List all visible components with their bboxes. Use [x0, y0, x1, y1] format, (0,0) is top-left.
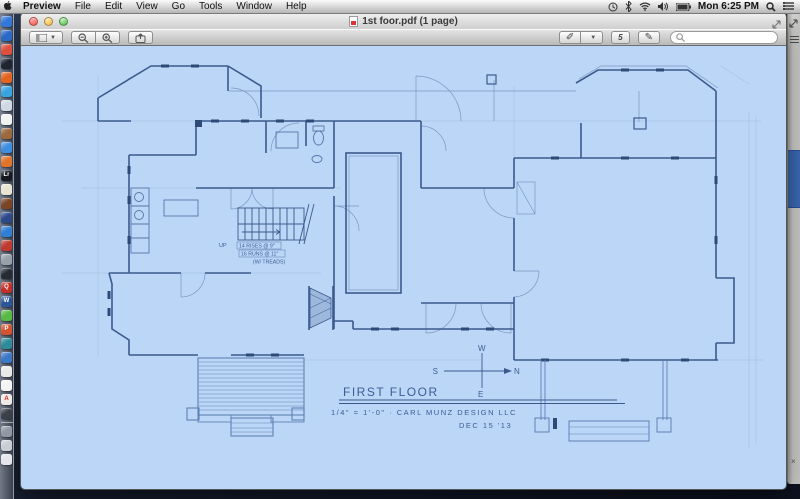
trash-dock-icon[interactable] — [1, 454, 12, 465]
share-button[interactable] — [128, 31, 153, 44]
garageband-dock-icon[interactable] — [1, 198, 12, 209]
menu-window[interactable]: Window — [229, 0, 279, 14]
floor-plan-drawing: S N W E UP 14 RISES @ 9" 16 RUNS @ 11" (… — [21, 46, 786, 489]
textedit-dock-icon[interactable] — [1, 366, 12, 377]
menu-edit[interactable]: Edit — [98, 0, 129, 14]
menu-clock[interactable]: Mon 6:25 PM — [698, 1, 759, 12]
spotlight-icon[interactable] — [766, 2, 776, 12]
staircase — [238, 204, 314, 244]
title-bar[interactable]: 1st foor.pdf (1 page) — [21, 13, 786, 29]
window-jamb-marks — [109, 66, 716, 360]
dock-separator — [1, 422, 13, 423]
red-utility-dock-icon[interactable] — [1, 240, 12, 251]
chrome-dock-icon[interactable] — [1, 44, 12, 55]
safari-dock-icon[interactable] — [1, 86, 12, 97]
imovie-dock-icon[interactable] — [1, 212, 12, 223]
volume-icon[interactable] — [658, 2, 669, 11]
folder-apps-dock-icon[interactable] — [1, 426, 12, 437]
dock: Lr QW P A — [0, 14, 14, 499]
folder-docs-dock-icon[interactable] — [1, 440, 12, 451]
finder-dock-icon[interactable] — [1, 16, 12, 27]
background-blue-block — [788, 150, 800, 208]
toolbar: ▼ ✐ ▼ 5 ✎ — [21, 29, 786, 46]
deck — [187, 358, 304, 436]
desktop-expand-icon — [789, 15, 798, 33]
powerpoint-dock-icon[interactable]: P — [1, 324, 12, 335]
battery-icon[interactable] — [676, 3, 691, 11]
svg-text:(W/ TREADS): (W/ TREADS) — [253, 260, 285, 266]
apple-menu-icon[interactable] — [0, 0, 16, 13]
window-title: 1st foor.pdf (1 page) — [21, 16, 786, 27]
menu-preview[interactable]: Preview — [16, 0, 68, 14]
view-menu-button[interactable]: ▼ — [29, 31, 63, 44]
pdf-doc-icon — [349, 16, 358, 27]
x-glyph: × — [791, 457, 796, 466]
menu-help[interactable]: Help — [279, 0, 314, 14]
quicktime-dock-icon[interactable]: Q — [1, 282, 12, 293]
contacts-dock-icon[interactable] — [1, 128, 12, 139]
word-dock-icon[interactable]: W — [1, 296, 12, 307]
firefox-dock-icon[interactable] — [1, 72, 12, 83]
plan-scale: 1/4" = 1'-0" · CARL MUNZ DESIGN LLC — [331, 408, 517, 417]
fireplace — [310, 288, 331, 328]
wifi-icon[interactable] — [639, 2, 651, 11]
menu-go[interactable]: Go — [165, 0, 192, 14]
svg-text:W: W — [478, 344, 486, 353]
lightroom-dock-icon[interactable]: Lr — [1, 170, 12, 181]
compass: S N W E — [433, 344, 520, 399]
svg-text:E: E — [478, 390, 483, 399]
background-window-edge[interactable]: × — [787, 14, 800, 484]
clock-status-icon[interactable] — [608, 2, 618, 12]
bluetooth-icon[interactable] — [625, 1, 632, 12]
plan-title: FIRST FLOOR — [343, 385, 439, 399]
svg-text:N: N — [514, 367, 520, 376]
fullscreen-button[interactable] — [772, 16, 781, 34]
iphoto-dock-icon[interactable] — [1, 184, 12, 195]
menu-bar: PreviewFileEditViewGoToolsWindowHelp Mon… — [0, 0, 800, 14]
svg-text:UP: UP — [219, 243, 227, 249]
annotate-menu-button[interactable]: ▼ — [581, 31, 603, 44]
bathroom-fixtures — [312, 126, 324, 163]
list-lines-icon — [790, 34, 799, 45]
itunes-dock-icon[interactable] — [1, 142, 12, 153]
preview-dock-icon[interactable] — [1, 100, 12, 111]
messages-dock-icon[interactable] — [1, 310, 12, 321]
menu-view[interactable]: View — [129, 0, 165, 14]
document-app-dock-icon[interactable] — [1, 380, 12, 391]
teal-globe-app-dock-icon[interactable] — [1, 338, 12, 349]
svg-text:S: S — [433, 367, 438, 376]
signature-button[interactable]: 5 — [611, 31, 629, 44]
annotate-pen-button[interactable]: ✐ — [559, 31, 581, 44]
search-icon — [676, 29, 685, 47]
preview-window: 1st foor.pdf (1 page) ▼ ✐ ▼ 5 ✎ — [20, 12, 787, 490]
svg-text:16 RUNS @ 11": 16 RUNS @ 11" — [241, 252, 278, 258]
menu-tools[interactable]: Tools — [192, 0, 229, 14]
calendar-dock-icon[interactable] — [1, 114, 12, 125]
search-field[interactable] — [670, 31, 778, 44]
plan-date: DEC 15 '13 — [459, 421, 512, 430]
launchpad-dock-icon[interactable] — [1, 30, 12, 41]
gear-utility-dock-icon[interactable] — [1, 408, 12, 419]
svg-text:14 RISES @ 9": 14 RISES @ 9" — [239, 244, 275, 250]
menu-items: PreviewFileEditViewGoToolsWindowHelp — [16, 0, 314, 14]
search-input[interactable] — [685, 33, 787, 43]
zoom-out-button[interactable] — [71, 31, 96, 44]
chevron-down-icon: ▼ — [590, 35, 596, 41]
loupe-app-dock-icon[interactable] — [1, 254, 12, 265]
contacts-person-dock-icon[interactable] — [1, 352, 12, 363]
markup-toolbar-button[interactable]: ✎ — [638, 31, 660, 44]
app-store-dock-icon[interactable] — [1, 226, 12, 237]
zoom-in-button[interactable] — [96, 31, 120, 44]
utility-orange-dock-icon[interactable] — [1, 156, 12, 167]
notification-center-icon[interactable] — [783, 2, 794, 11]
chevron-down-icon: ▼ — [50, 35, 56, 41]
dark-circle-app-dock-icon[interactable] — [1, 268, 12, 279]
menu-file[interactable]: File — [68, 0, 98, 14]
acrobat-dock-icon[interactable]: A — [1, 394, 12, 405]
pdf-page[interactable]: S N W E UP 14 RISES @ 9" 16 RUNS @ 11" (… — [21, 46, 786, 489]
photoshop-dock-icon[interactable] — [1, 58, 12, 69]
stair-notes: UP 14 RISES @ 9" 16 RUNS @ 11" (W/ TREAD… — [219, 242, 285, 266]
